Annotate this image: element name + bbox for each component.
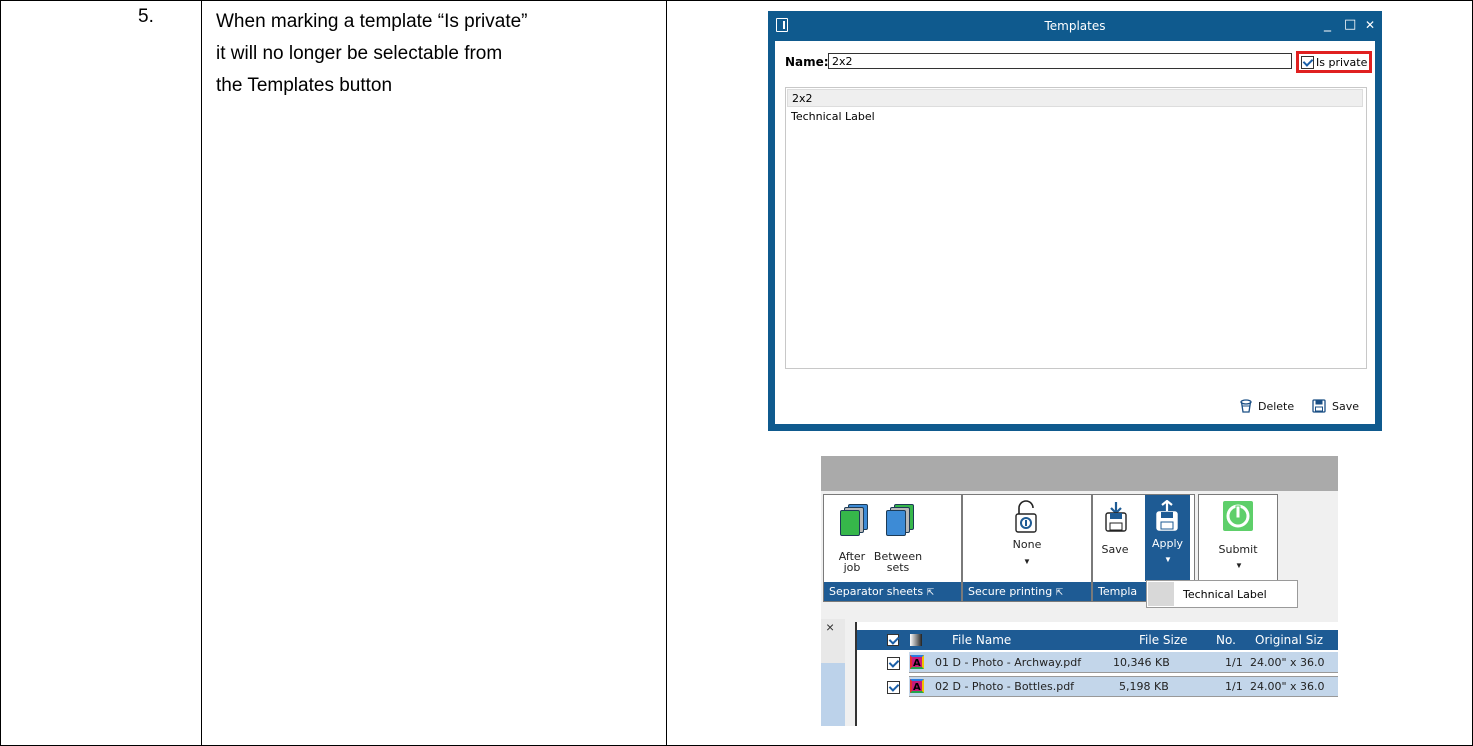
table-col-border [201,0,202,746]
ribbon-screenshot: After job Between sets Separator sheets … [821,456,1338,726]
column-header[interactable]: File Name [952,630,1011,650]
close-button[interactable]: ✕ [1365,18,1375,32]
padlock-icon[interactable] [1015,500,1037,534]
row-checkbox[interactable] [887,657,900,670]
save-button[interactable]: Save [1312,399,1359,413]
column-header[interactable]: File Size [1139,630,1188,650]
group-footer: Secure printing ⇱ [963,582,1091,601]
button-label: sets [886,561,910,574]
submit-group: Submit ▼ [1198,494,1278,594]
name-label: Name: [785,55,829,69]
delete-label: Delete [1258,400,1295,413]
is-private-label: Is private [1316,56,1368,69]
is-private-highlight: Is private [1296,51,1372,73]
file-size: 5,198 KB [1119,680,1169,693]
description-line: it will no longer be selectable from [216,43,503,64]
trash-icon [1240,399,1252,413]
after-job-icon[interactable] [840,504,868,536]
file-type-icon [910,653,924,674]
ribbon-topbar [821,456,1338,491]
table-top-border [0,0,1473,1]
delete-button[interactable]: Delete [1240,399,1294,413]
secure-printing-group: None ▼ Secure printing ⇱ [962,494,1092,602]
menu-icon-gutter [1148,582,1174,606]
table-col-border [0,0,1,746]
original-size: 24.00" x 36.0 [1250,656,1325,669]
between-sets-icon[interactable] [886,504,914,536]
color-mode-icon [910,634,922,646]
dialog-launcher-icon[interactable]: ⇱ [927,588,935,598]
template-save-label[interactable]: Save [1098,544,1132,555]
step-description: When marking a template “Is private” it … [216,6,666,102]
template-apply-label: Apply [1151,537,1184,550]
chevron-down-icon[interactable]: ▼ [1023,557,1031,566]
save-template-icon[interactable] [1104,501,1128,533]
file-list-header: File Name File Size No. Original Siz [857,630,1338,650]
menu-item-technical-label[interactable]: Technical Label [1183,588,1267,601]
description-line: When marking a template “Is private” [216,11,528,32]
row-checkbox[interactable] [887,681,900,694]
group-label: Secure printing [968,585,1053,598]
dialog-launcher-icon[interactable]: ⇱ [1056,588,1064,598]
separator-sheets-group: After job Between sets Separator sheets … [823,494,962,602]
submit-label[interactable]: Submit [1209,544,1267,555]
is-private-checkbox[interactable] [1301,56,1314,69]
templates-list: 2x2 Technical Label [785,87,1367,369]
table-row[interactable]: 02 D - Photo - Bottles.pdf 5,198 KB 1/1 … [857,676,1338,698]
power-icon[interactable] [1223,501,1253,531]
group-label: Separator sheets [829,585,924,598]
button-label: job [843,561,861,574]
table-col-border [666,0,667,746]
apply-button[interactable]: Apply ▼ [1145,495,1190,581]
select-all-checkbox[interactable] [887,634,899,646]
file-name: 02 D - Photo - Bottles.pdf [935,680,1075,693]
file-list: File Name File Size No. Original Siz 01 … [855,622,1338,726]
list-item[interactable]: Technical Label [787,108,1363,126]
original-size: 24.00" x 36.0 [1250,680,1325,693]
minimize-button[interactable]: _ [1324,16,1331,32]
file-number: 1/1 [1225,680,1243,693]
column-header[interactable]: Original Siz [1255,630,1323,650]
dialog-title: Templates [1044,19,1106,33]
apply-dropdown-menu: Technical Label [1146,580,1298,608]
chevron-down-icon: ▼ [1164,555,1172,564]
side-strip: × [821,619,845,726]
file-name: 01 D - Photo - Archway.pdf [935,656,1082,669]
close-panel-button[interactable]: × [826,619,834,635]
description-line: the Templates button [216,75,393,96]
group-label: Templa [1098,585,1138,598]
maximize-button[interactable]: □ [1344,17,1356,32]
table-row[interactable]: 01 D - Photo - Archway.pdf 10,346 KB 1/1… [857,652,1338,674]
group-footer: Separator sheets ⇱ [824,582,961,601]
file-size: 10,346 KB [1113,656,1170,669]
chevron-down-icon[interactable]: ▼ [1235,561,1243,570]
between-sets-button[interactable]: Between sets [868,551,928,573]
column-header[interactable]: No. [1216,630,1236,650]
apply-template-icon [1156,500,1178,531]
dialog-titlebar: Templates _ □ ✕ [768,11,1382,41]
save-label: Save [1332,400,1360,413]
list-item[interactable]: 2x2 [787,89,1363,107]
after-job-button[interactable]: After job [832,551,872,573]
floppy-icon [1312,399,1326,413]
secure-none-label[interactable]: None [1003,539,1051,550]
file-number: 1/1 [1225,656,1243,669]
name-input[interactable]: 2x2 [828,53,1292,69]
templates-dialog: Templates _ □ ✕ Name: 2x2 Is private 2x2… [768,11,1382,431]
step-number: 5. [138,6,154,27]
dialog-body: Name: 2x2 Is private 2x2 Technical Label… [775,41,1375,424]
file-type-icon [910,677,924,698]
